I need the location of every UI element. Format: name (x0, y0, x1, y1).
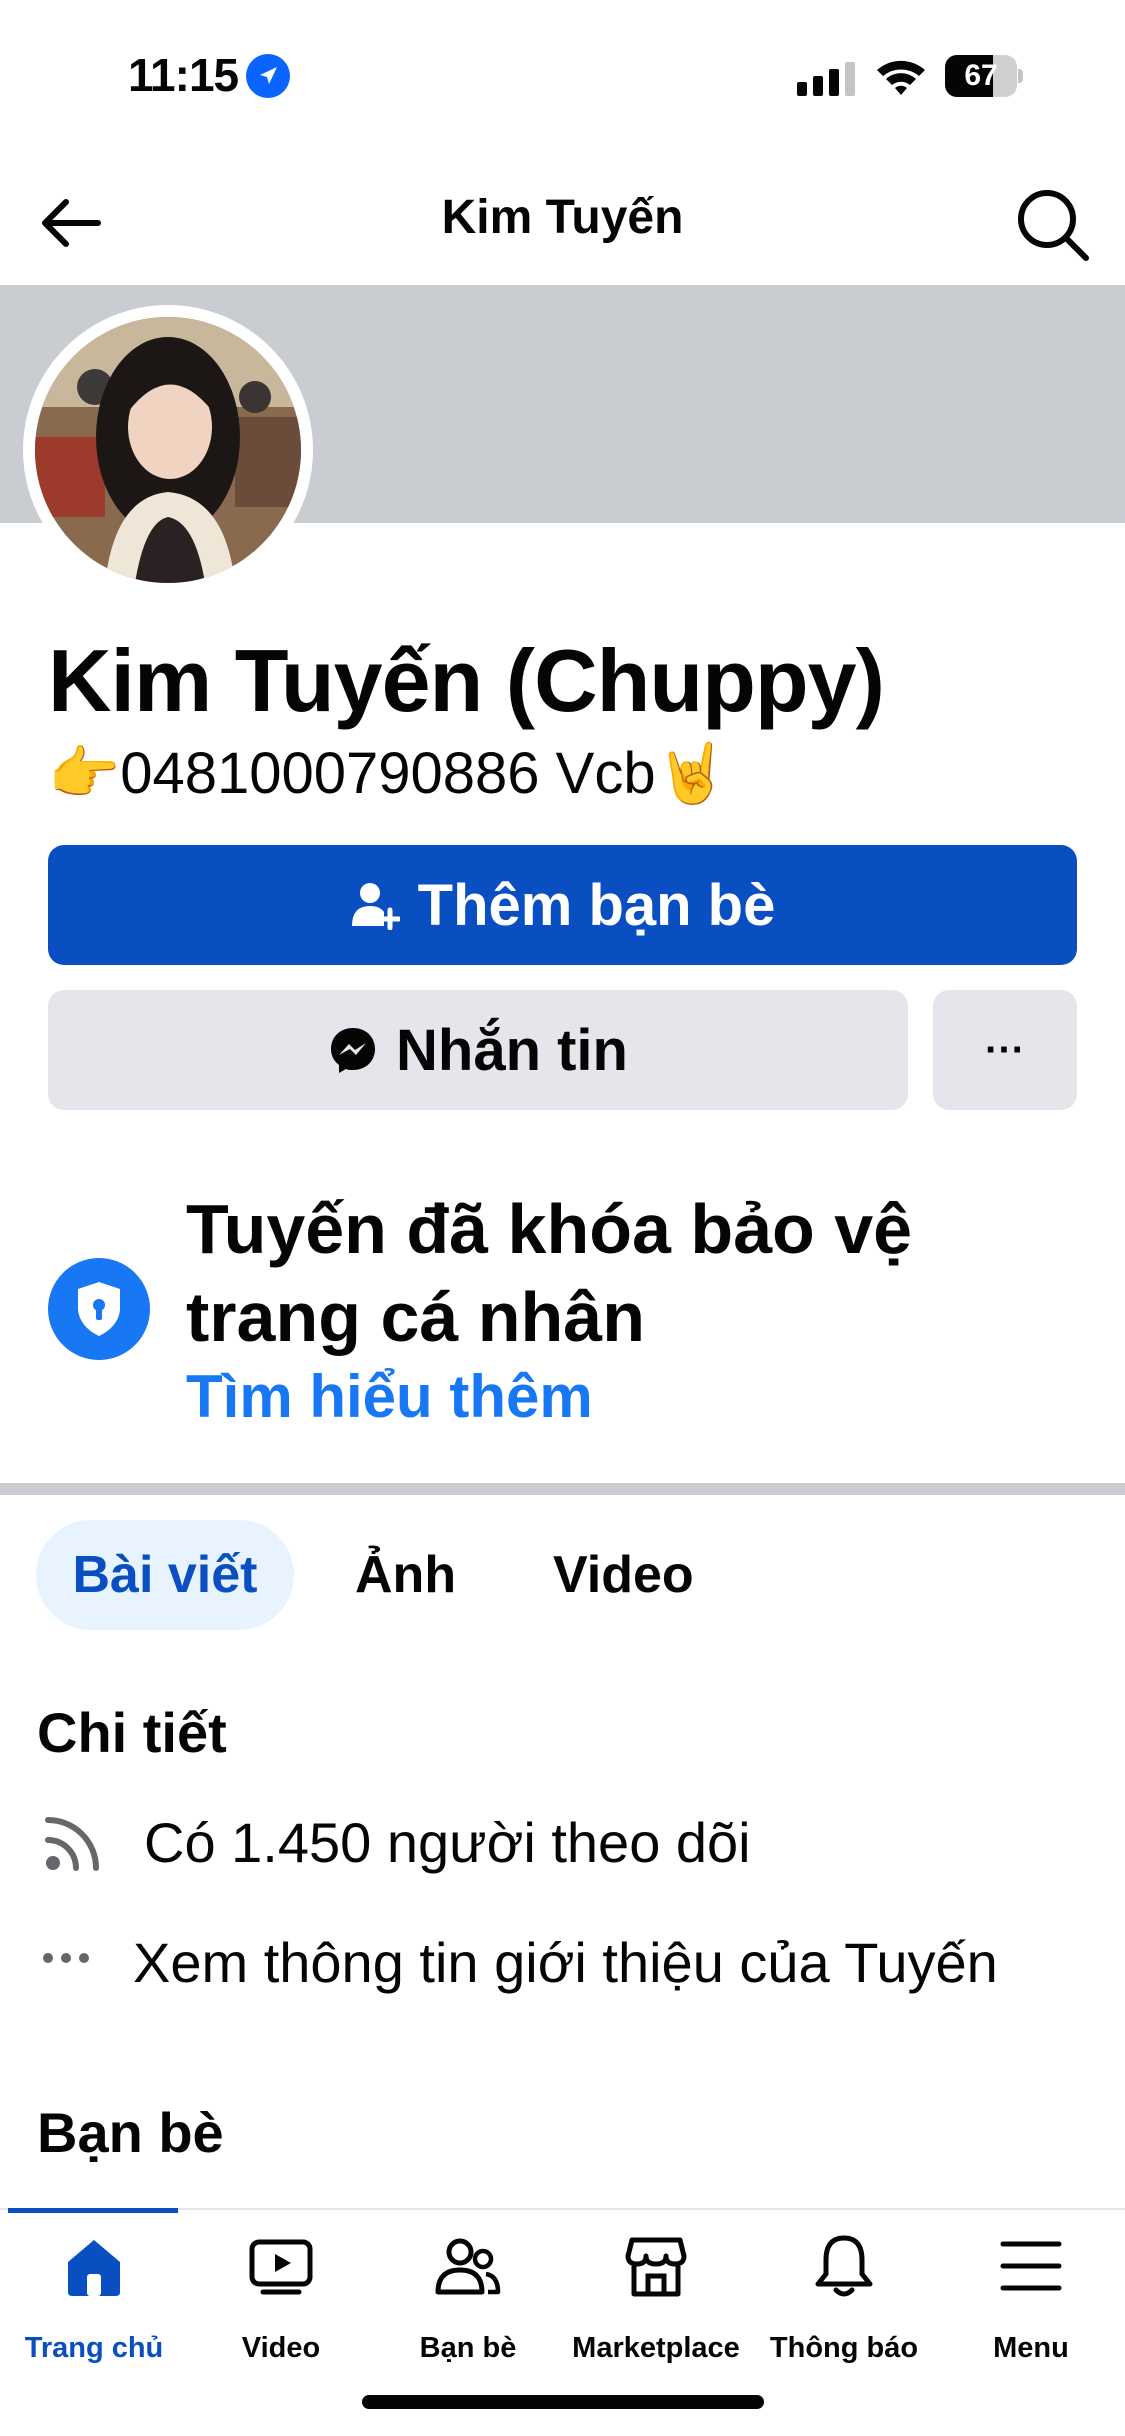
friends-icon (435, 2238, 501, 2295)
add-friend-button[interactable]: Thêm bạn bè (48, 845, 1077, 965)
more-options-button[interactable]: ··· (933, 990, 1077, 1110)
tab-posts[interactable]: Bài viết (36, 1520, 294, 1630)
add-friend-icon (351, 883, 400, 930)
bell-icon (815, 2235, 873, 2297)
view-about-link[interactable]: Xem thông tin giới thiệu của Tuyến (133, 1930, 998, 1995)
section-divider (0, 1483, 1125, 1495)
learn-more-link[interactable]: Tìm hiểu thêm (186, 1362, 593, 1431)
ellipsis-icon (43, 1953, 89, 1963)
nav-video[interactable]: Video (187, 2232, 375, 2382)
followers-count: Có 1.450 người theo dõi (144, 1811, 751, 1874)
message-label: Nhắn tin (396, 1017, 628, 1083)
top-header: Kim Tuyến (0, 160, 1125, 285)
cellular-signal-icon (797, 62, 855, 96)
wifi-icon (877, 60, 925, 95)
nav-home-label: Trang chủ (24, 2332, 164, 2364)
battery-percent: 67 (964, 59, 998, 92)
page-title: Kim Tuyến (441, 191, 684, 244)
shield-lock-icon (48, 1258, 150, 1360)
nav-menu-label: Menu (993, 2332, 1069, 2364)
active-tab-indicator (8, 2208, 178, 2213)
status-bar: 11:15 67 (0, 0, 1125, 150)
nav-marketplace-label: Marketplace (572, 2332, 740, 2364)
friends-heading: Bạn bè (37, 2101, 224, 2164)
marketplace-icon (625, 2237, 687, 2297)
home-icon (68, 2240, 120, 2296)
messenger-icon (331, 1028, 375, 1073)
add-friend-label: Thêm bạn bè (417, 872, 776, 938)
profile-name: Kim Tuyến (Chuppy) (48, 631, 885, 730)
profile-lock-title: Tuyến đã khóa bảo vệ trang cá nhân (186, 1190, 913, 1356)
nav-friends-label: Bạn bè (419, 2332, 517, 2364)
tab-videos[interactable]: Video (553, 1520, 694, 1630)
status-time: 11:15 (128, 49, 239, 101)
search-icon[interactable] (1012, 184, 1092, 264)
video-icon (249, 2239, 313, 2295)
nav-menu[interactable]: Menu (937, 2232, 1125, 2382)
profile-bio: 👉0481000790886 Vcb🤘 (48, 741, 728, 806)
menu-icon (1000, 2241, 1062, 2291)
rss-followers-icon (45, 1817, 99, 1871)
battery-icon: 67 (945, 55, 1023, 97)
nav-notifications[interactable]: Thông báo (750, 2232, 938, 2382)
profile-avatar[interactable] (35, 317, 301, 583)
nav-video-label: Video (241, 2332, 321, 2364)
nav-home[interactable]: Trang chủ (0, 2232, 188, 2382)
message-button[interactable]: Nhắn tin (48, 990, 908, 1110)
nav-marketplace[interactable]: Marketplace (562, 2232, 750, 2382)
details-heading: Chi tiết (37, 1701, 227, 1764)
more-options-icon: ··· (985, 1027, 1025, 1072)
home-indicator (362, 2395, 764, 2409)
tab-photos[interactable]: Ảnh (355, 1520, 456, 1630)
location-arrow-icon (246, 54, 290, 98)
nav-notifications-label: Thông báo (769, 2332, 919, 2364)
nav-friends[interactable]: Bạn bè (374, 2232, 562, 2382)
